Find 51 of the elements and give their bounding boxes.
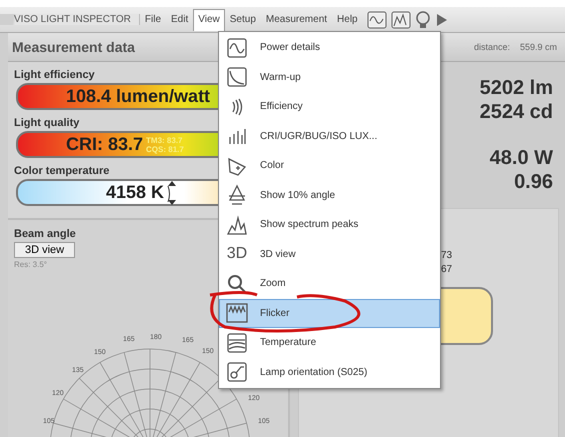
bulb-icon[interactable] xyxy=(414,10,431,28)
sine-wave-icon xyxy=(226,36,248,59)
cone-icon xyxy=(226,184,248,206)
menu-option[interactable]: Flicker xyxy=(219,298,440,328)
menu-option[interactable]: Temperature xyxy=(219,328,440,358)
menu-item[interactable]: View xyxy=(193,8,225,30)
3d-view-button[interactable]: 3D view xyxy=(14,242,76,258)
cqs-value: CQS: 81.7 xyxy=(146,144,184,154)
peaks-icon xyxy=(226,214,248,236)
section-label: Color temperature xyxy=(13,164,110,179)
cri-value: CRI: 83.7 xyxy=(66,134,144,155)
spectrum-icon[interactable] xyxy=(390,10,411,28)
menu-option[interactable]: Efficiency xyxy=(219,92,440,122)
menu-option[interactable]: Power details xyxy=(219,33,440,62)
menu-option[interactable]: CRI/UGR/BUG/ISO LUX... xyxy=(219,122,440,151)
distance-label: distance: xyxy=(474,42,510,52)
beam-label: Beam angle xyxy=(14,228,76,240)
menu-option[interactable]: Show spectrum peaks xyxy=(219,210,440,240)
menu-item[interactable]: Help xyxy=(332,9,363,30)
3d-icon: 3D xyxy=(226,245,248,264)
measurement-value: 2524 cd xyxy=(480,100,553,124)
section-label: Light quality xyxy=(13,116,80,131)
pulse-wave-icon xyxy=(226,302,248,324)
efficiency-value: 108.4 lumen/watt xyxy=(66,86,210,107)
menu-item[interactable]: Setup xyxy=(224,9,261,30)
curve-icon xyxy=(226,66,248,88)
measurement-value: 48.0 W xyxy=(490,146,553,170)
lamp-icon xyxy=(226,361,248,384)
tm3-value: TM3: 83.7 xyxy=(146,136,184,144)
menu-option[interactable]: Zoom xyxy=(219,269,440,298)
menu-item[interactable]: Measurement xyxy=(260,9,332,30)
menu-option[interactable]: Lamp orientation (S025) xyxy=(219,358,440,387)
waveform-icon[interactable] xyxy=(366,10,387,28)
measurement-value: 5202 lm xyxy=(480,76,553,100)
menu-option[interactable]: Warm-up xyxy=(219,62,440,92)
menu-option[interactable]: Color xyxy=(219,151,440,180)
temperature-value: 4158 K xyxy=(106,182,164,203)
menu-item[interactable]: Edit xyxy=(166,9,194,30)
app-title: VISO LIGHT INSPECTOR xyxy=(0,14,140,25)
partial-value: 67 xyxy=(441,263,454,277)
menu-item[interactable]: File xyxy=(140,9,166,30)
layers-icon xyxy=(226,332,248,354)
resolution-text: Res: 3.5° xyxy=(14,260,47,269)
measurement-value: 0.96 xyxy=(514,170,553,194)
panel-title: Measurement data xyxy=(12,39,135,55)
menu-option[interactable]: 3D 3D view xyxy=(219,240,440,269)
section-label: Light efficiency xyxy=(13,68,95,83)
menu-option[interactable]: Show 10% angle xyxy=(219,180,440,210)
partial-value: 73 xyxy=(441,249,454,263)
spinner-icon[interactable] xyxy=(167,180,178,206)
distance-value: 559.9 cm xyxy=(520,42,557,52)
